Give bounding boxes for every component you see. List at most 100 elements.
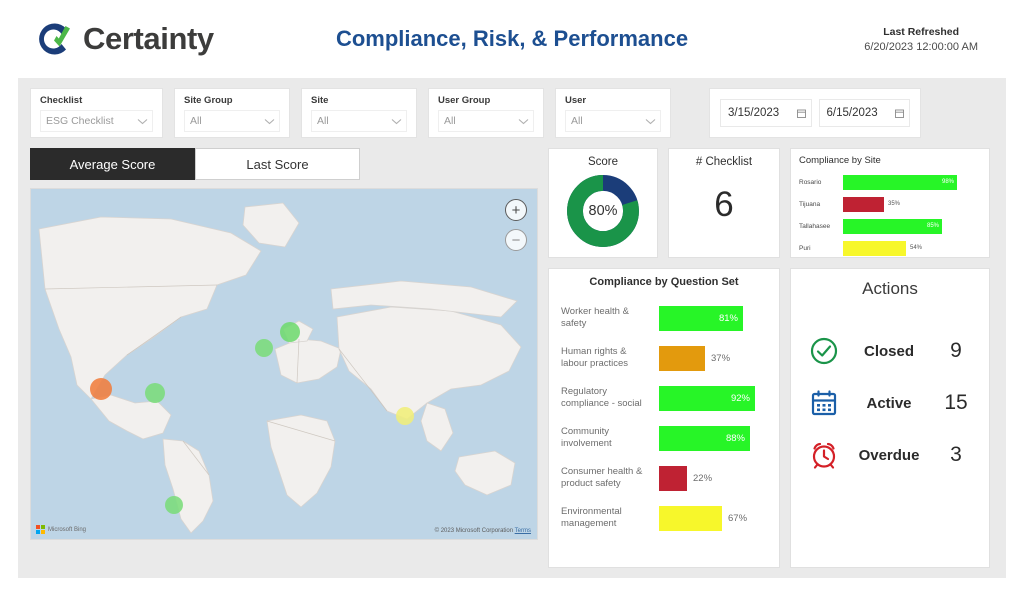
question-set-label: Human rights & labour practices bbox=[561, 346, 659, 370]
last-refreshed-label: Last Refreshed bbox=[864, 26, 978, 38]
filter-user[interactable]: User All bbox=[555, 88, 671, 138]
filter-site-label: Site bbox=[311, 95, 407, 106]
map-copyright-text: © 2023 Microsoft Corporation bbox=[435, 528, 513, 534]
map-marker-london[interactable] bbox=[255, 339, 273, 357]
map-terms-link[interactable]: Terms bbox=[515, 528, 531, 534]
score-donut-chart: 80% bbox=[566, 174, 640, 248]
site-value: 98% bbox=[942, 179, 954, 185]
action-label-closed: Closed bbox=[839, 343, 939, 360]
filter-user-group[interactable]: User Group All bbox=[428, 88, 544, 138]
score-donut: 80% bbox=[549, 174, 657, 248]
filter-site-group-label: Site Group bbox=[184, 95, 280, 106]
map-marker-tallahasee[interactable] bbox=[145, 383, 165, 403]
map-marker-tijuana[interactable] bbox=[90, 378, 112, 400]
chevron-down-icon bbox=[518, 118, 529, 125]
map-marker-rosario[interactable] bbox=[165, 496, 183, 514]
chevron-down-icon bbox=[391, 118, 402, 125]
filter-bar: Checklist ESG Checklist Site Group All S… bbox=[30, 88, 994, 140]
filter-user-group-label: User Group bbox=[438, 95, 534, 106]
site-label: Rosario bbox=[799, 179, 843, 186]
site-bar bbox=[843, 197, 884, 212]
map-zoom-in-button[interactable]: + bbox=[505, 199, 527, 221]
action-row-closed[interactable]: Closed 9 bbox=[791, 325, 989, 377]
question-set-list: Worker health & safety 81% Human rights … bbox=[549, 288, 779, 538]
filter-checklist-select[interactable]: ESG Checklist bbox=[40, 110, 153, 132]
chevron-down-icon bbox=[264, 118, 275, 125]
site-bar: 85% bbox=[843, 219, 942, 234]
question-set-bar bbox=[659, 506, 722, 531]
filter-user-group-select[interactable]: All bbox=[438, 110, 534, 132]
brand-name: Certainty bbox=[83, 21, 214, 57]
filter-site-group-select[interactable]: All bbox=[184, 110, 280, 132]
question-set-row[interactable]: Community involvement 88% bbox=[561, 418, 769, 458]
actions-list: Closed 9 bbox=[791, 299, 989, 481]
filter-user-value: All bbox=[571, 115, 583, 127]
tab-last-score[interactable]: Last Score bbox=[195, 148, 360, 180]
action-label-active: Active bbox=[839, 395, 939, 412]
map-marker-puri[interactable] bbox=[396, 407, 414, 425]
score-mode-toggle: Average Score Last Score bbox=[30, 148, 360, 180]
map-zoom-out-button[interactable]: − bbox=[505, 229, 527, 251]
question-set-row[interactable]: Worker health & safety 81% bbox=[561, 298, 769, 338]
filter-site-select[interactable]: All bbox=[311, 110, 407, 132]
date-range-filter: 3/15/2023 6/15/2023 bbox=[709, 88, 921, 138]
last-refreshed-value: 6/20/2023 12:00:00 AM bbox=[864, 41, 978, 53]
calendar-icon bbox=[895, 109, 904, 118]
filter-user-label: User bbox=[565, 95, 661, 106]
filter-site-group[interactable]: Site Group All bbox=[174, 88, 290, 138]
date-from-input[interactable]: 3/15/2023 bbox=[720, 99, 812, 127]
middle-column: Score 80% # Checklist 6 Compliance by bbox=[548, 148, 780, 568]
question-set-row[interactable]: Environmental management 67% bbox=[561, 498, 769, 538]
question-set-bar bbox=[659, 346, 705, 371]
question-set-label: Community involvement bbox=[561, 426, 659, 450]
question-set-row[interactable]: Regulatory compliance - social 92% bbox=[561, 378, 769, 418]
question-set-row[interactable]: Consumer health & product safety 22% bbox=[561, 458, 769, 498]
question-set-bar: 88% bbox=[659, 426, 750, 451]
site-row[interactable]: Rosario 98% bbox=[799, 171, 981, 193]
actions-card: Actions Closed 9 bbox=[790, 268, 990, 568]
filter-user-group-value: All bbox=[444, 115, 456, 127]
question-set-value: 37% bbox=[711, 353, 730, 364]
site-row[interactable]: Tallahasee 85% bbox=[799, 215, 981, 237]
chevron-down-icon bbox=[645, 118, 656, 125]
bing-logo-text: Microsoft Bing bbox=[48, 527, 86, 533]
date-to-value: 6/15/2023 bbox=[827, 107, 878, 119]
question-set-bar: 81% bbox=[659, 306, 743, 331]
alarm-clock-icon bbox=[809, 440, 839, 470]
score-value: 80% bbox=[589, 203, 618, 219]
action-row-active[interactable]: Active 15 bbox=[791, 377, 989, 429]
date-to-input[interactable]: 6/15/2023 bbox=[819, 99, 911, 127]
calendar-icon bbox=[809, 388, 839, 418]
question-set-bar bbox=[659, 466, 687, 491]
site-label: Puri bbox=[799, 245, 843, 252]
site-row[interactable]: Tijuana 35% bbox=[799, 193, 981, 215]
action-count-overdue: 3 bbox=[939, 443, 973, 467]
tab-average-score[interactable]: Average Score bbox=[30, 148, 195, 180]
filter-checklist-value: ESG Checklist bbox=[46, 115, 114, 127]
map-landmass bbox=[31, 189, 538, 540]
question-set-title: Compliance by Question Set bbox=[549, 269, 779, 288]
question-set-value: 81% bbox=[719, 313, 738, 324]
action-count-active: 15 bbox=[939, 391, 973, 415]
checklist-card-title: # Checklist bbox=[669, 149, 779, 168]
question-set-row[interactable]: Human rights & labour practices 37% bbox=[561, 338, 769, 378]
filter-user-select[interactable]: All bbox=[565, 110, 661, 132]
filter-site-group-value: All bbox=[190, 115, 202, 127]
filter-site-value: All bbox=[317, 115, 329, 127]
question-set-value: 22% bbox=[693, 473, 712, 484]
calendar-icon bbox=[797, 109, 806, 118]
last-refreshed-block: Last Refreshed 6/20/2023 12:00:00 AM bbox=[864, 26, 996, 53]
action-label-overdue: Overdue bbox=[839, 447, 939, 464]
actions-title: Actions bbox=[791, 269, 989, 299]
map-marker-europe[interactable] bbox=[280, 322, 300, 342]
filter-site[interactable]: Site All bbox=[301, 88, 417, 138]
action-row-overdue[interactable]: Overdue 3 bbox=[791, 429, 989, 481]
checklist-count-value: 6 bbox=[669, 185, 779, 225]
site-bar bbox=[843, 241, 906, 256]
compliance-by-site-title: Compliance by Site bbox=[799, 155, 981, 166]
world-map[interactable]: + − Microsoft Bing © 2023 Microsoft Corp… bbox=[30, 188, 538, 540]
compliance-by-question-set-card: Compliance by Question Set Worker health… bbox=[548, 268, 780, 568]
site-value: 54% bbox=[910, 245, 922, 251]
site-row[interactable]: Puri 54% bbox=[799, 237, 981, 259]
filter-checklist[interactable]: Checklist ESG Checklist bbox=[30, 88, 163, 138]
